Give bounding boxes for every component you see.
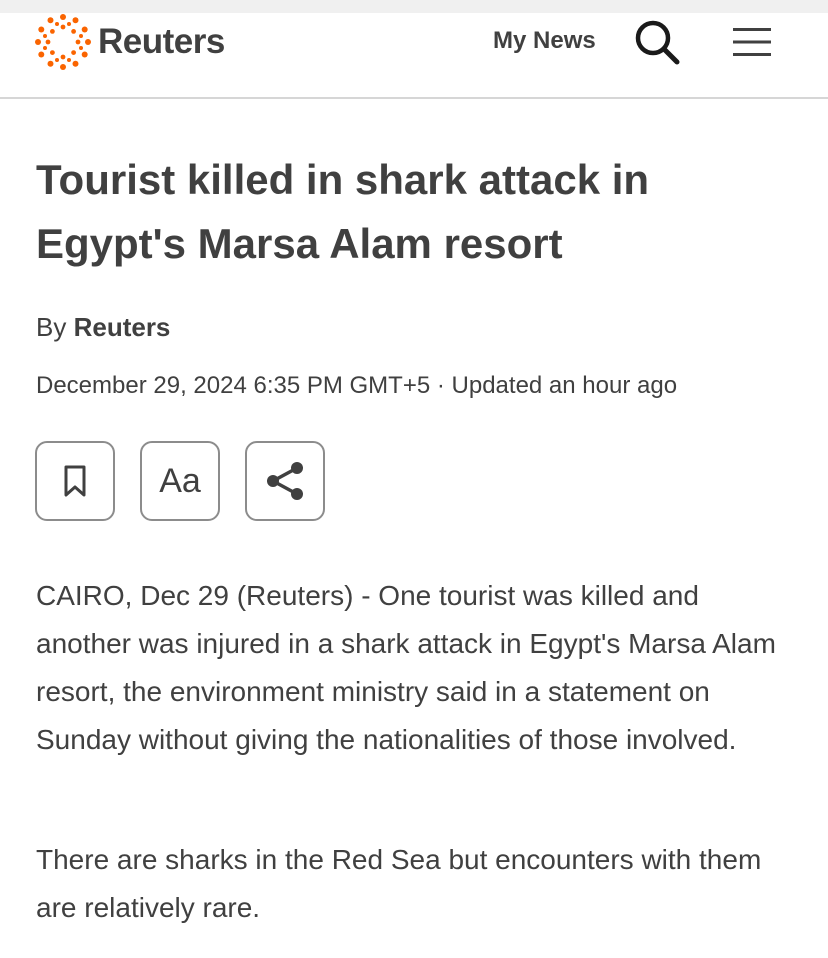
article-paragraph-2: There are sharks in the Red Sea but enco… [36, 844, 762, 923]
byline-author-link[interactable]: Reuters [74, 312, 171, 342]
byline-prefix: By [36, 312, 67, 342]
reuters-logo[interactable]: Reuters [34, 13, 225, 71]
share-button[interactable] [245, 441, 325, 521]
article-toolbar: Aa [35, 441, 325, 521]
reuters-logo-icon [35, 14, 91, 70]
brand-name: Reuters [98, 22, 225, 61]
text-size-button[interactable]: Aa [140, 441, 220, 521]
share-icon [267, 462, 303, 500]
article-dateline: December 29, 2024 6:35 PM GMT+5 · Update… [36, 372, 678, 399]
article-paragraph-1: CAIRO, Dec 29 (Reuters) - One tourist wa… [36, 580, 776, 755]
hamburger-menu-icon[interactable] [731, 25, 773, 59]
bookmark-button[interactable] [35, 441, 115, 521]
byline: By Reuters [36, 312, 170, 343]
article-headline: Tourist killed in shark attack in Egypt'… [36, 156, 650, 267]
search-icon[interactable] [634, 19, 680, 65]
site-header: Reuters My News [0, 13, 828, 99]
my-news-link[interactable]: My News [493, 27, 596, 55]
text-size-label: Aa [159, 461, 201, 500]
status-bar-strip [0, 0, 828, 13]
bookmark-icon [64, 465, 86, 497]
